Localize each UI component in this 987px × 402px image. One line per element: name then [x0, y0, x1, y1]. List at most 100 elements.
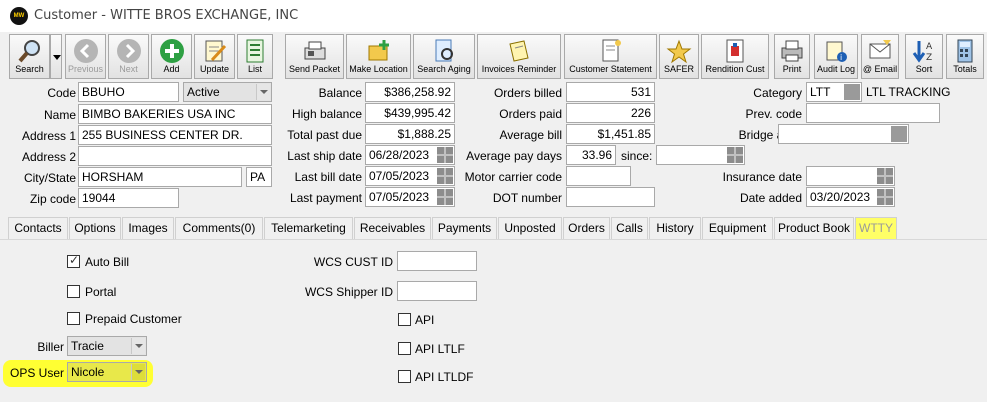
lookup-icon[interactable]: [891, 126, 907, 142]
tab-orders[interactable]: Orders: [563, 217, 610, 239]
list-icon: [246, 39, 264, 63]
tab-wtty[interactable]: WTTY: [855, 217, 897, 239]
search-button[interactable]: Search: [9, 34, 50, 79]
next-button[interactable]: Next: [108, 34, 149, 79]
wcs-shipper-id-field[interactable]: [397, 281, 477, 301]
list-label: List: [247, 64, 262, 74]
state-field[interactable]: PA: [246, 167, 272, 187]
address1-field[interactable]: 255 BUSINESS CENTER DR.: [78, 125, 272, 145]
tab-calls[interactable]: Calls: [611, 217, 648, 239]
city-field[interactable]: HORSHAM: [78, 167, 242, 187]
add-button[interactable]: Add: [151, 34, 192, 79]
last-bill-field[interactable]: 07/05/2023: [365, 166, 455, 186]
calendar-icon[interactable]: [437, 168, 453, 184]
tab-contacts[interactable]: Contacts: [8, 217, 68, 239]
rendition-cust-button[interactable]: Rendition Cust: [701, 34, 769, 79]
address2-label: Address 2: [21, 150, 76, 164]
totals-button[interactable]: Totals: [946, 34, 984, 79]
prepaid-customer-checkbox[interactable]: [67, 312, 80, 325]
sort-az-icon: AZ: [912, 41, 933, 63]
tab-unposted[interactable]: Unposted: [498, 217, 562, 239]
api-checkbox[interactable]: [398, 313, 411, 326]
sort-button[interactable]: AZ Sort: [905, 34, 943, 79]
auto-bill-checkbox[interactable]: [67, 253, 80, 268]
address2-field[interactable]: [78, 146, 272, 166]
calendar-icon[interactable]: [877, 189, 893, 205]
tab-strip: Contacts Options Images Comments(0) Tele…: [8, 217, 987, 239]
last-ship-value: 06/28/2023: [369, 148, 430, 162]
auto-bill-label: Auto Bill: [85, 255, 130, 269]
arrow-left-icon: [73, 39, 98, 63]
add-label: Add: [163, 64, 180, 74]
tab-equipment[interactable]: Equipment: [702, 217, 773, 239]
chevron-down-icon[interactable]: [256, 84, 270, 100]
make-location-button[interactable]: Make Location: [346, 34, 411, 79]
calendar-icon[interactable]: [727, 147, 743, 163]
folder-plus-icon: [368, 40, 389, 61]
tab-product-book[interactable]: Product Book: [774, 217, 854, 239]
tab-payments[interactable]: Payments: [432, 217, 497, 239]
category-value: LTT: [810, 85, 831, 99]
plus-icon: [159, 39, 184, 63]
last-payment-value: 07/05/2023: [369, 190, 430, 204]
safer-button[interactable]: SAFER: [659, 34, 699, 79]
calendar-icon[interactable]: [437, 189, 453, 205]
api-ltlf-checkbox[interactable]: [398, 342, 411, 355]
customer-statement-button[interactable]: Customer Statement: [564, 34, 657, 79]
wcs-shipper-id-label: WCS Shipper ID: [304, 285, 393, 299]
list-button[interactable]: List: [237, 34, 273, 79]
api-ltldf-checkbox[interactable]: [398, 370, 411, 383]
search-aging-button[interactable]: Search Aging: [413, 34, 475, 79]
last-ship-label: Last ship date: [287, 149, 362, 163]
past-due-label: Total past due: [287, 128, 362, 142]
name-field[interactable]: BIMBO BAKERIES USA INC: [78, 104, 272, 124]
since-label: since:: [621, 149, 653, 163]
motor-carrier-field[interactable]: [566, 166, 631, 186]
invoice-icon: [509, 40, 529, 62]
api-ltlf-label: API LTLF: [415, 342, 465, 356]
category-field[interactable]: LTT: [806, 82, 862, 102]
print-button[interactable]: Print: [774, 34, 810, 79]
tab-comments[interactable]: Comments(0): [175, 217, 263, 239]
invoices-reminder-button[interactable]: Invoices Reminder: [477, 34, 561, 79]
tab-telemarketing[interactable]: Telemarketing: [264, 217, 353, 239]
tab-options[interactable]: Options: [69, 217, 121, 239]
wcs-cust-id-field[interactable]: [397, 251, 477, 271]
date-added-field[interactable]: 03/20/2023: [806, 187, 895, 207]
tab-receivables[interactable]: Receivables: [354, 217, 431, 239]
code-field[interactable]: BBUHO: [78, 82, 179, 102]
next-label: Next: [119, 64, 138, 74]
send-packet-button[interactable]: Send Packet: [285, 34, 344, 79]
biller-select[interactable]: Tracie: [67, 336, 147, 356]
bridge-acct-field[interactable]: [778, 124, 909, 144]
previous-button[interactable]: Previous: [65, 34, 106, 79]
high-balance-field: $439,995.42: [365, 103, 455, 123]
insurance-date-field[interactable]: [806, 166, 895, 186]
audit-log-button[interactable]: i Audit Log: [814, 34, 858, 79]
chevron-down-icon[interactable]: [131, 338, 145, 354]
search-dropdown-button[interactable]: [50, 34, 62, 79]
status-select[interactable]: Active: [183, 82, 272, 102]
prev-code-field[interactable]: [806, 103, 940, 123]
zip-field[interactable]: 19044: [78, 188, 179, 208]
tab-history[interactable]: History: [649, 217, 701, 239]
calendar-icon[interactable]: [877, 168, 893, 184]
since-field[interactable]: [656, 145, 745, 165]
update-button[interactable]: Update: [194, 34, 235, 79]
name-label: Name: [43, 108, 76, 122]
tab-images[interactable]: Images: [122, 217, 174, 239]
last-payment-field[interactable]: 07/05/2023: [365, 187, 455, 207]
dot-number-field[interactable]: [566, 187, 655, 207]
email-button[interactable]: @ Email: [861, 34, 899, 79]
wcs-cust-id-label: WCS CUST ID: [313, 255, 393, 269]
chevron-down-icon[interactable]: [131, 364, 145, 380]
audit-log-label: Audit Log: [816, 64, 856, 74]
portal-checkbox[interactable]: [67, 285, 80, 298]
lookup-icon[interactable]: [844, 84, 860, 100]
average-pay-days-label: Average pay days: [466, 149, 562, 163]
average-pay-days-field: 33.96: [566, 145, 616, 165]
orders-paid-field: 226: [566, 103, 655, 123]
calendar-icon[interactable]: [437, 147, 453, 163]
ops-user-select[interactable]: Nicole: [67, 362, 147, 382]
last-ship-field[interactable]: 06/28/2023: [365, 145, 455, 165]
